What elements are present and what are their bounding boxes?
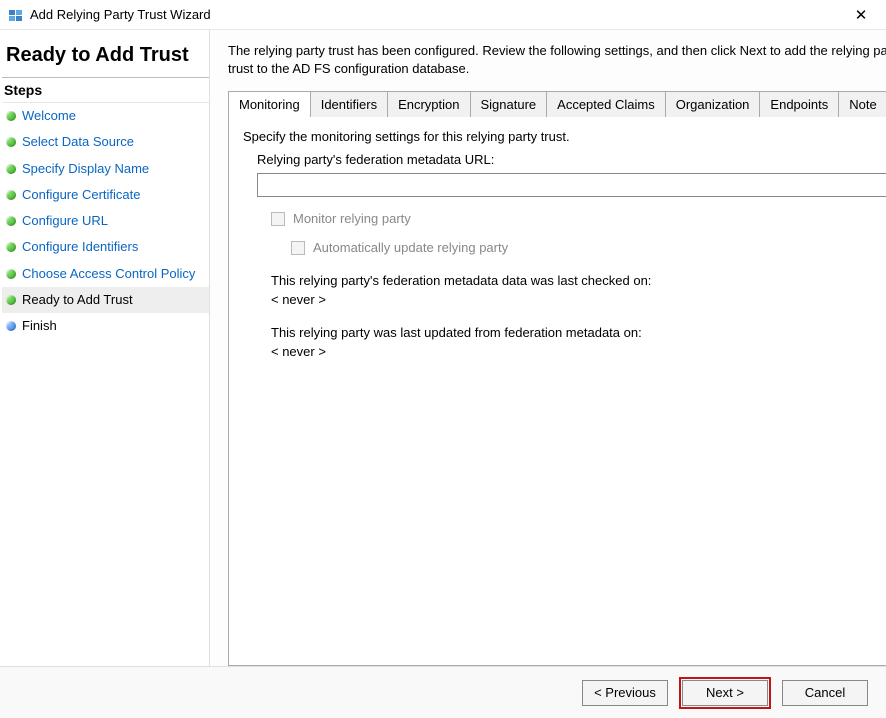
monitor-checkbox-label: Monitor relying party [293, 211, 411, 226]
step-label: Welcome [22, 108, 76, 124]
tab-monitoring[interactable]: Monitoring [228, 91, 311, 117]
metadata-url-label: Relying party's federation metadata URL: [257, 152, 886, 167]
last-checked-label: This relying party's federation metadata… [271, 273, 886, 288]
step-item-5[interactable]: Configure Identifiers [2, 234, 209, 260]
main-panel: The relying party trust has been configu… [210, 30, 886, 666]
step-bullet-icon [6, 164, 16, 174]
tab-accepted-claims[interactable]: Accepted Claims [546, 91, 666, 117]
tab-note[interactable]: Note [838, 91, 886, 117]
tab-encryption[interactable]: Encryption [387, 91, 470, 117]
autoupdate-checkbox-label: Automatically update relying party [313, 240, 508, 255]
app-icon [8, 7, 24, 23]
previous-button[interactable]: < Previous [582, 680, 668, 706]
next-button[interactable]: Next > [682, 680, 768, 706]
instructions-text: The relying party trust has been configu… [228, 42, 886, 77]
step-label: Ready to Add Trust [22, 292, 133, 308]
step-label: Specify Display Name [22, 161, 149, 177]
autoupdate-checkbox-row: Automatically update relying party [291, 240, 886, 255]
tab-panel-monitoring: Specify the monitoring settings for this… [228, 116, 886, 666]
step-label: Configure Identifiers [22, 239, 138, 255]
wizard-footer: < Previous Next > Cancel [0, 666, 886, 718]
step-bullet-icon [6, 321, 16, 331]
wizard-body: Ready to Add Trust Steps Welcome Select D… [0, 30, 886, 666]
window-title: Add Relying Party Trust Wizard [30, 7, 844, 22]
step-item-7: Ready to Add Trust [2, 287, 209, 313]
tabs-container: MonitoringIdentifiersEncryptionSignature… [228, 91, 886, 117]
tab-endpoints[interactable]: Endpoints [759, 91, 839, 117]
page-title: Ready to Add Trust [2, 30, 209, 77]
metadata-url-input[interactable] [257, 173, 886, 197]
monitor-checkbox [271, 212, 285, 226]
step-bullet-icon [6, 111, 16, 121]
step-bullet-icon [6, 137, 16, 147]
sidebar: Ready to Add Trust Steps Welcome Select D… [0, 30, 210, 666]
step-bullet-icon [6, 295, 16, 305]
step-label: Select Data Source [22, 134, 134, 150]
step-item-3[interactable]: Configure Certificate [2, 182, 209, 208]
step-label: Configure Certificate [22, 187, 141, 203]
last-updated-value: < never > [271, 344, 886, 359]
step-label: Choose Access Control Policy [22, 266, 195, 282]
step-item-1[interactable]: Select Data Source [2, 129, 209, 155]
step-bullet-icon [6, 216, 16, 226]
last-checked-value: < never > [271, 292, 886, 307]
tab-identifiers[interactable]: Identifiers [310, 91, 388, 117]
step-bullet-icon [6, 190, 16, 200]
step-item-6[interactable]: Choose Access Control Policy [2, 261, 209, 287]
monitoring-intro: Specify the monitoring settings for this… [243, 129, 886, 144]
step-label: Finish [22, 318, 57, 334]
cancel-button[interactable]: Cancel [782, 680, 868, 706]
autoupdate-checkbox [291, 241, 305, 255]
title-bar: Add Relying Party Trust Wizard ✕ [0, 0, 886, 30]
last-updated-label: This relying party was last updated from… [271, 325, 886, 340]
tab-organization[interactable]: Organization [665, 91, 761, 117]
monitor-checkbox-row: Monitor relying party [271, 211, 886, 226]
step-item-8: Finish [2, 313, 209, 339]
tab-signature[interactable]: Signature [470, 91, 548, 117]
close-button[interactable]: ✕ [844, 4, 878, 26]
steps-heading: Steps [2, 77, 209, 103]
step-label: Configure URL [22, 213, 108, 229]
steps-list: Welcome Select Data Source Specify Display… [2, 103, 209, 339]
step-item-0[interactable]: Welcome [2, 103, 209, 129]
close-icon: ✕ [855, 6, 868, 24]
step-item-2[interactable]: Specify Display Name [2, 156, 209, 182]
step-bullet-icon [6, 269, 16, 279]
step-bullet-icon [6, 242, 16, 252]
step-item-4[interactable]: Configure URL [2, 208, 209, 234]
tab-strip: MonitoringIdentifiersEncryptionSignature… [228, 91, 886, 117]
